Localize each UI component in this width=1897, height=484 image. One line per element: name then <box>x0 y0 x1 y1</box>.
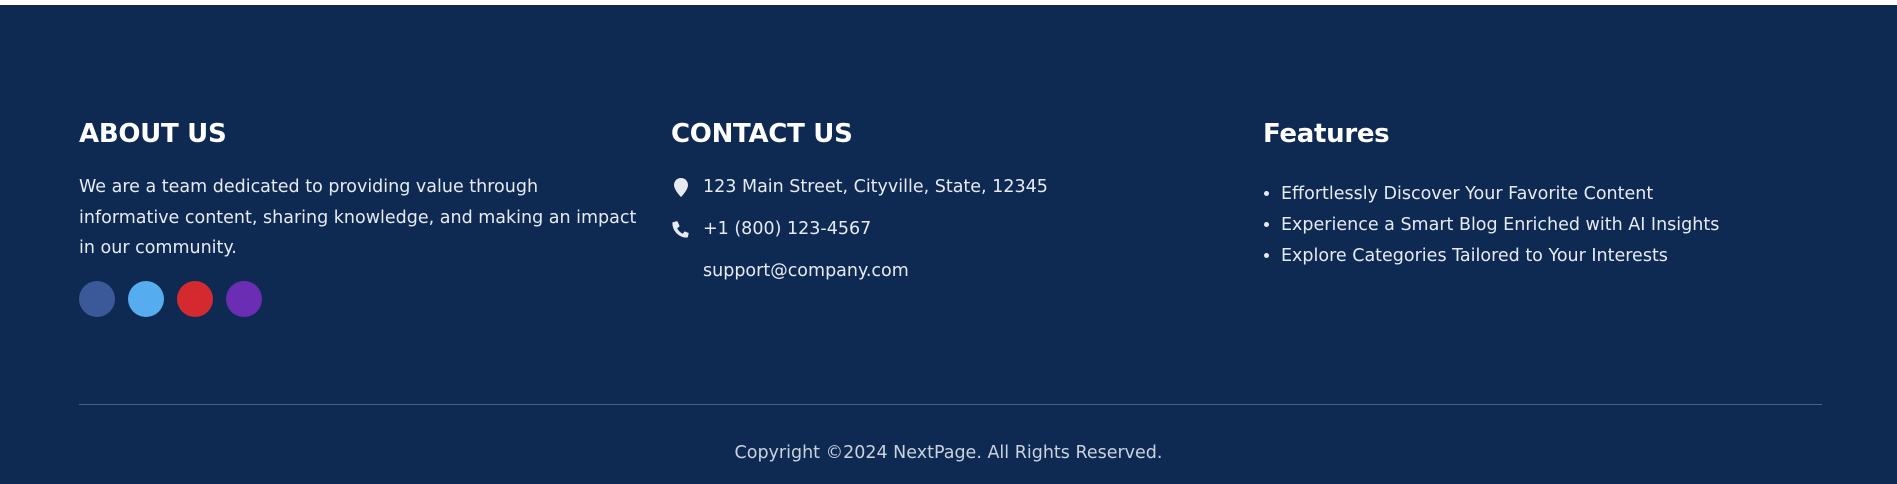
contact-email-text[interactable]: support@company.com <box>703 261 909 281</box>
twitter-icon[interactable] <box>128 280 164 317</box>
email-icon <box>671 260 690 282</box>
footer-divider <box>79 404 1822 405</box>
features-item: Explore Categories Tailored to Your Inte… <box>1281 241 1823 272</box>
social-links <box>79 280 639 317</box>
contact-list: 123 Main Street, Cityville, State, 12345… <box>671 172 1211 286</box>
facebook-icon[interactable] <box>79 280 115 317</box>
about-section: ABOUT US We are a team dedicated to prov… <box>79 117 639 317</box>
contact-phone-text[interactable]: +1 (800) 123-4567 <box>703 219 871 239</box>
contact-address: 123 Main Street, Cityville, State, 12345 <box>671 172 1211 202</box>
contact-phone: +1 (800) 123-4567 <box>671 214 1211 244</box>
about-heading: ABOUT US <box>79 119 227 149</box>
phone-icon <box>671 218 690 240</box>
youtube-icon[interactable] <box>177 280 213 317</box>
site-footer: ABOUT US We are a team dedicated to prov… <box>0 5 1897 484</box>
contact-address-text: 123 Main Street, Cityville, State, 12345 <box>703 177 1048 197</box>
features-item: Effortlessly Discover Your Favorite Cont… <box>1281 179 1823 210</box>
copyright-text: Copyright ©2024 NextPage. All Rights Res… <box>734 443 1163 463</box>
contact-heading: CONTACT US <box>671 119 853 149</box>
map-marker-icon <box>671 176 690 198</box>
contact-email: support@company.com <box>671 256 1211 286</box>
instagram-icon[interactable] <box>226 280 262 317</box>
features-list: Effortlessly Discover Your Favorite Cont… <box>1263 179 1823 272</box>
features-item: Experience a Smart Blog Enriched with AI… <box>1281 210 1823 241</box>
contact-section: CONTACT US 123 Main Street, Cityville, S… <box>671 117 1211 298</box>
features-heading: Features <box>1263 119 1390 149</box>
about-text: We are a team dedicated to providing val… <box>79 177 637 258</box>
features-section: Features Effortlessly Discover Your Favo… <box>1263 117 1823 272</box>
